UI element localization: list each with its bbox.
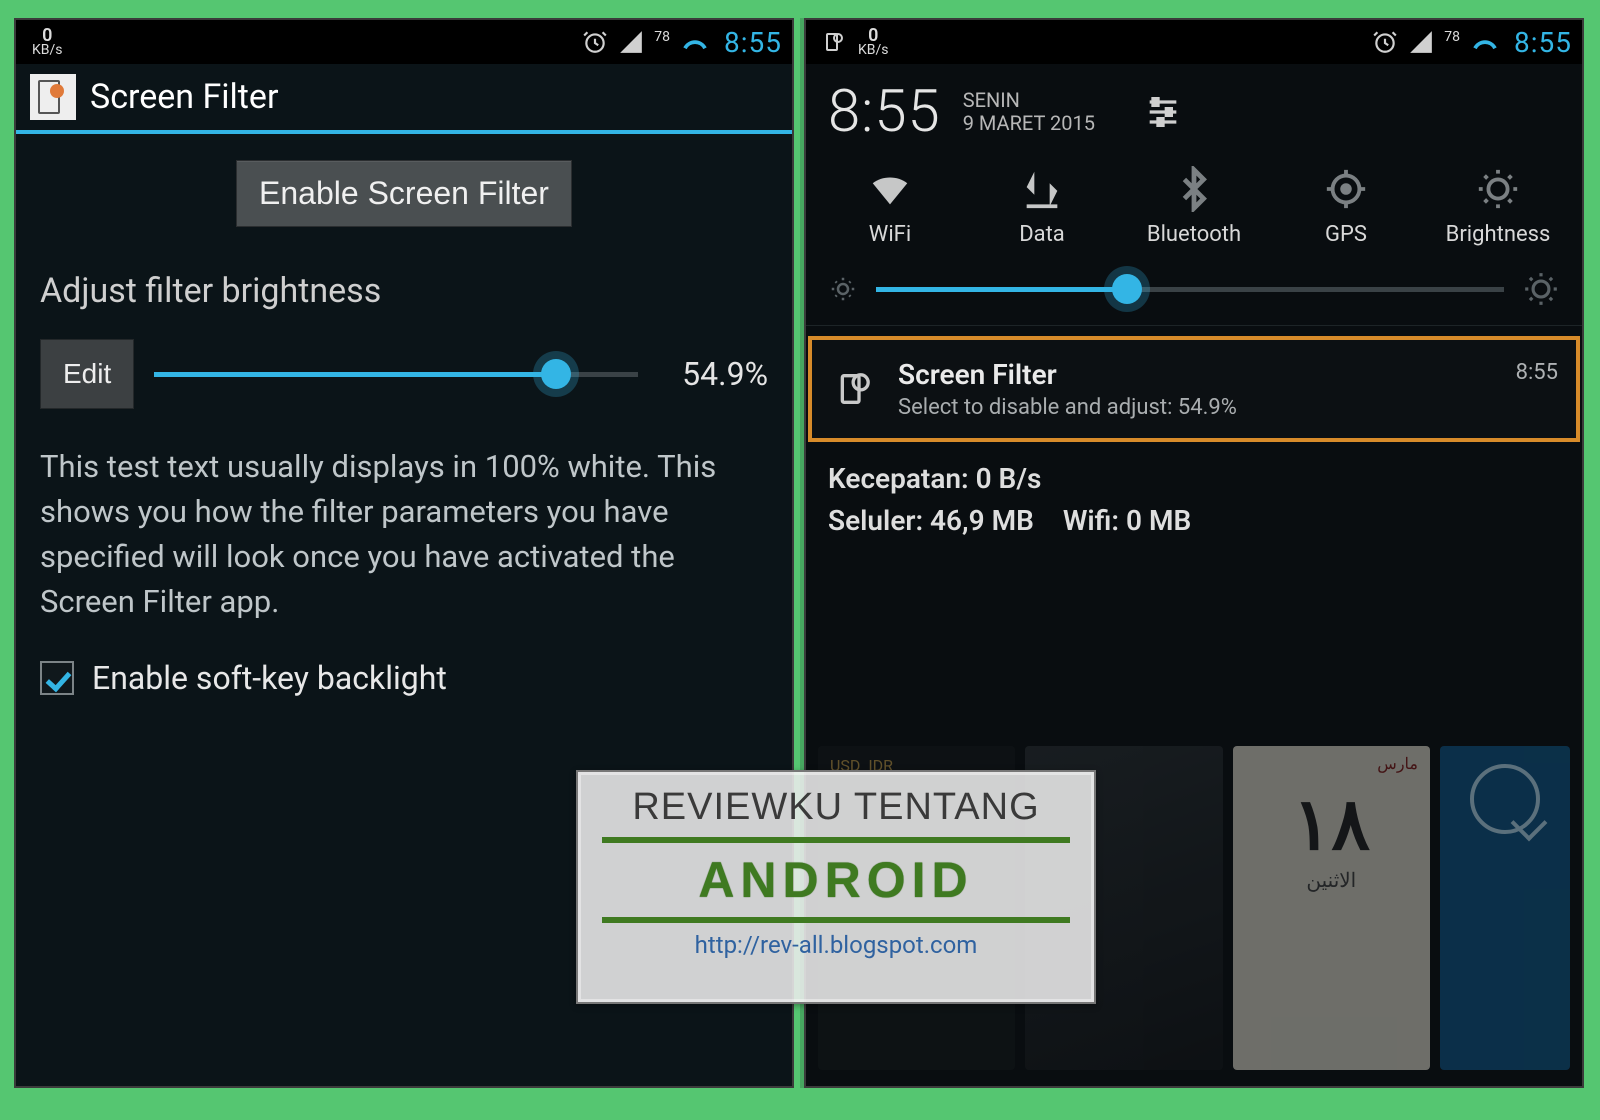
watermark-badge: REVIEWKU TENTANG ANDROID http://rev-all.…: [576, 770, 1096, 1004]
toggle-gps[interactable]: GPS: [1276, 166, 1416, 247]
notification-app-icon: [830, 369, 878, 409]
signal-icon: [618, 29, 644, 55]
settings-sliders-icon[interactable]: [1143, 92, 1183, 132]
speed-line1: Kecepatan: 0 B/s: [828, 458, 1560, 500]
app-icon: [30, 74, 76, 120]
notification-time: 8:55: [1516, 360, 1558, 385]
quickpic-widget: [1440, 746, 1570, 1070]
toggle-brightness[interactable]: Brightness: [1428, 166, 1568, 247]
app-title-bar: Screen Filter: [16, 64, 792, 134]
speed-cellular: Seluler: 46,9 MB: [828, 504, 1034, 537]
app-title: Screen Filter: [90, 77, 278, 117]
brightness-section-title: Adjust filter brightness: [40, 271, 768, 311]
softkey-backlight-checkbox[interactable]: [40, 661, 74, 695]
panel-date: SENIN 9 MARET 2015: [963, 89, 1095, 135]
battery-pct: 78: [1444, 29, 1460, 45]
edit-button[interactable]: Edit: [40, 339, 134, 409]
gps-icon: [1323, 166, 1369, 212]
status-time: 8:55: [724, 26, 782, 59]
status-bar: 0 KB/s 78 8:55: [806, 20, 1582, 64]
quick-settings-toggles: WiFi Data Bluetooth GPS Brightness: [806, 156, 1582, 253]
battery-arc-icon: [680, 27, 710, 57]
alarm-icon: [1372, 29, 1398, 55]
watermark-url: http://rev-all.blogspot.com: [598, 931, 1074, 959]
signal-icon: [1408, 29, 1434, 55]
brightness-low-icon: [828, 274, 858, 304]
toggle-data[interactable]: Data: [972, 166, 1112, 247]
status-bar: 0 KB/s 78 8:55: [16, 20, 792, 64]
toggle-wifi[interactable]: WiFi: [820, 166, 960, 247]
panel-time: 8:55: [828, 78, 941, 146]
notification-subtitle: Select to disable and adjust: 54.9%: [898, 395, 1496, 420]
screen-filter-status-icon: [822, 30, 846, 54]
wifi-icon: [867, 166, 913, 212]
battery-pct: 78: [654, 29, 670, 45]
notification-title: Screen Filter: [898, 358, 1496, 391]
brightness-slider[interactable]: [154, 354, 638, 394]
watermark-line1: REVIEWKU TENTANG: [598, 786, 1074, 829]
status-time: 8:55: [1514, 26, 1572, 59]
brightness-slider-row: [806, 253, 1582, 326]
network-speed-indicator: 0 KB/s: [32, 28, 63, 57]
quick-settings-header: 8:55 SENIN 9 MARET 2015: [806, 64, 1582, 156]
watermark-line2: ANDROID: [598, 851, 1074, 909]
speed-wifi: Wifi: 0 MB: [1063, 504, 1191, 537]
test-text: This test text usually displays in 100% …: [40, 445, 768, 625]
toggle-bluetooth[interactable]: Bluetooth: [1124, 166, 1264, 247]
softkey-backlight-label: Enable soft-key backlight: [92, 659, 447, 697]
battery-arc-icon: [1470, 27, 1500, 57]
data-icon: [1019, 166, 1065, 212]
screen-filter-notification[interactable]: Screen Filter Select to disable and adju…: [808, 336, 1580, 442]
magnify-icon: [1470, 764, 1540, 834]
brightness-icon: [1475, 166, 1521, 212]
panel-brightness-slider[interactable]: [876, 269, 1504, 309]
brightness-high-icon: [1522, 270, 1560, 308]
alarm-icon: [582, 29, 608, 55]
bluetooth-icon: [1171, 166, 1217, 212]
calendar-widget: مارس ١٨ الاثنين: [1233, 746, 1430, 1070]
speed-info: Kecepatan: 0 B/s Seluler: 46,9 MB Wifi: …: [806, 442, 1582, 558]
brightness-value: 54.9%: [658, 355, 768, 393]
enable-screen-filter-button[interactable]: Enable Screen Filter: [236, 160, 572, 227]
network-speed-indicator: 0 KB/s: [858, 28, 889, 57]
